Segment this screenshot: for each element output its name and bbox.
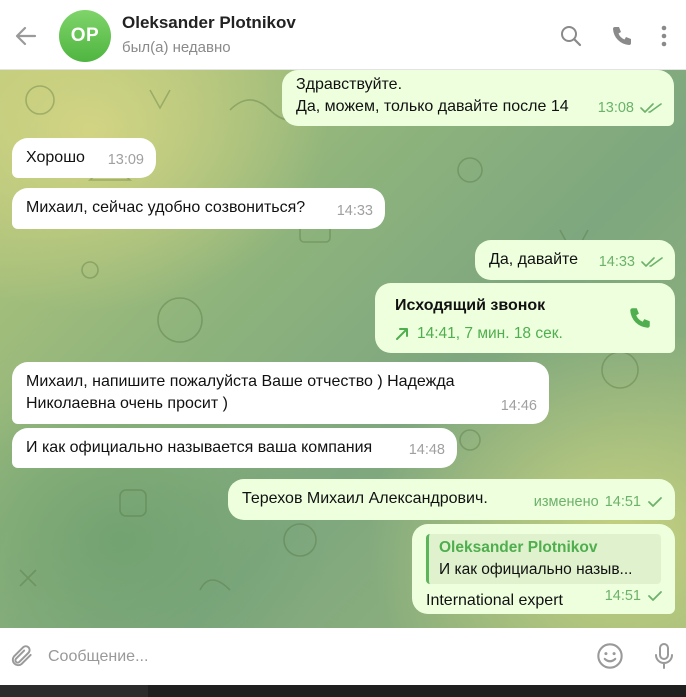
- message-time: 14:51: [604, 494, 641, 510]
- search-icon[interactable]: [555, 20, 587, 52]
- message-text: Хорошо: [26, 149, 85, 166]
- single-check-icon: [648, 591, 662, 601]
- message-meta: 13:08: [598, 97, 662, 119]
- message-time: 13:08: [597, 100, 634, 116]
- phone-icon[interactable]: [606, 20, 638, 52]
- chat-area[interactable]: Здравствуйте. Да, можем, только давайте …: [0, 70, 686, 628]
- message-text: Да, давайте: [489, 251, 579, 268]
- outgoing-call-arrow-icon: [396, 328, 408, 340]
- more-options-icon[interactable]: [648, 20, 680, 52]
- message-outgoing[interactable]: Терехов Михаил Александрович. изменено 1…: [228, 479, 675, 520]
- reply-text: И как официально назыв...: [439, 561, 633, 578]
- call-phone-icon[interactable]: [627, 305, 653, 338]
- message-meta: изменено 14:51: [534, 491, 663, 513]
- message-incoming[interactable]: Михаил, напишите пожалуйста Ваше отчеств…: [12, 362, 549, 424]
- call-title: Исходящий звонок: [395, 297, 546, 314]
- single-check-icon: [648, 497, 662, 507]
- message-time: 14:33: [598, 254, 635, 270]
- message-time: 13:09: [107, 152, 144, 168]
- message-meta: 14:48: [409, 439, 445, 461]
- message-meta: 14:46: [501, 395, 537, 417]
- attach-paperclip-icon[interactable]: [6, 640, 38, 672]
- message-time: 14:33: [336, 203, 373, 219]
- message-time: 14:51: [604, 588, 641, 604]
- message-time: 14:46: [500, 398, 537, 414]
- message-text: Михаил, сейчас удобно созвониться?: [26, 199, 306, 216]
- microphone-icon[interactable]: [648, 640, 680, 672]
- message-incoming[interactable]: Михаил, сейчас удобно созвониться? 14:33: [12, 188, 385, 229]
- contact-status: был(а) недавно: [122, 39, 231, 56]
- back-arrow-icon[interactable]: [10, 20, 42, 52]
- edited-label: изменено: [533, 494, 599, 510]
- call-message[interactable]: Исходящий звонок 14:41, 7 мин. 18 сек.: [375, 283, 675, 353]
- message-text: Николаевна очень просит ): [26, 395, 228, 412]
- message-text: Терехов Михаил Александрович.: [242, 490, 488, 507]
- emoji-icon[interactable]: [594, 640, 626, 672]
- message-text: И как официально называется ваша компани…: [26, 439, 373, 456]
- double-check-icon: [641, 257, 663, 267]
- message-input[interactable]: [46, 638, 590, 676]
- chat-header: OP Oleksander Plotnikov был(а) недавно: [0, 0, 686, 70]
- reply-author: Oleksander Plotnikov: [439, 539, 598, 556]
- message-text: Здравствуйте.: [296, 76, 403, 93]
- window-bottom-edge: [0, 685, 686, 697]
- contact-name[interactable]: Oleksander Plotnikov: [122, 13, 296, 33]
- message-outgoing[interactable]: Да, давайте 14:33: [475, 240, 675, 280]
- message-incoming[interactable]: И как официально называется ваша компани…: [12, 428, 457, 468]
- message-incoming[interactable]: Хорошо 13:09: [12, 138, 156, 178]
- message-outgoing-reply[interactable]: Oleksander Plotnikov И как официально на…: [412, 524, 675, 614]
- message-time: 14:48: [408, 442, 445, 458]
- message-composer: [0, 628, 686, 685]
- message-meta: 13:09: [108, 149, 144, 171]
- message-text: Михаил, напишите пожалуйста Ваше отчеств…: [26, 373, 455, 390]
- message-outgoing[interactable]: Здравствуйте. Да, можем, только давайте …: [282, 70, 674, 126]
- reply-quote[interactable]: Oleksander Plotnikov И как официально на…: [426, 534, 661, 584]
- call-detail: 14:41, 7 мин. 18 сек.: [417, 325, 563, 342]
- message-meta: 14:33: [599, 251, 663, 273]
- message-meta: 14:51: [605, 585, 663, 607]
- message-meta: 14:33: [337, 200, 373, 222]
- double-check-icon: [640, 103, 662, 113]
- avatar[interactable]: OP: [59, 10, 111, 62]
